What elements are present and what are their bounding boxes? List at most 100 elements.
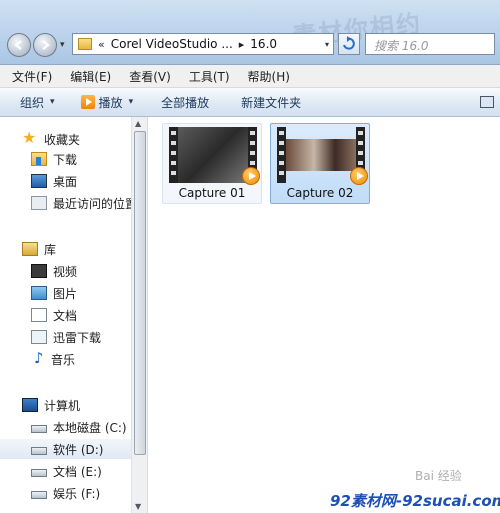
play-button[interactable]: 播放 ▾ [75,94,140,111]
nav-item-label: 文档 (E:) [53,464,102,479]
computer-icon [22,398,38,412]
file-name: Capture 02 [286,186,354,200]
video-frame [286,139,356,171]
nav-item-drive-f[interactable]: 娱乐 (F:) [0,483,131,503]
nav-item-thunder[interactable]: 迅雷下载 [0,327,131,347]
nav-item-downloads[interactable]: 下载 [0,149,131,169]
nav-item-label: 娱乐 (F:) [53,486,101,501]
menu-help[interactable]: 帮助(H) [236,68,296,85]
picture-library-icon [31,286,47,300]
site-watermark: 92素材网-92sucai.com [330,492,500,510]
computer-header[interactable]: 计算机 [0,395,131,415]
menu-view[interactable]: 查看(V) [117,68,177,85]
recent-pages-dropdown[interactable]: ▾ [60,40,65,50]
nav-item-music[interactable]: 音乐 [0,349,131,369]
film-strip-left [277,127,286,183]
play-badge-icon [242,167,260,185]
play-all-button[interactable]: 全部播放 [155,94,215,111]
nav-item-label: 最近访问的位置 [53,196,131,211]
video-frame [178,127,248,183]
search-placeholder: 搜索 16.0 [374,39,429,53]
star-icon [22,128,38,147]
play-badge-icon [350,167,368,185]
organize-label: 组织 [20,95,45,110]
breadcrumb-item-corel[interactable]: Corel VideoStudio ... [111,37,233,51]
navigation-pane: 收藏夹 下载 桌面 最近访问的位置 库 视频 图片 文档 迅雷下载 音乐 计算机 [0,117,131,513]
address-bar[interactable]: « Corel VideoStudio ... ▸ 16.0 ▾ [72,33,334,55]
refresh-icon [343,36,355,50]
menu-bar: 文件(F) 编辑(E) 查看(V) 工具(T) 帮助(H) [0,65,500,88]
drive-icon [31,425,47,433]
desktop-icon [31,174,47,188]
nav-pane-scrollbar[interactable]: ▲ ▼ [131,117,147,513]
nav-item-drive-d[interactable]: 软件 (D:) [0,439,131,459]
nav-item-label: 下载 [53,152,78,167]
nav-item-label: 本地磁盘 (C:) [53,420,127,435]
refresh-button[interactable] [338,33,360,55]
thunder-download-icon [31,330,47,344]
title-address-bar: 素材你相约 ▾ « Corel VideoStudio ... ▸ 16.0 ▾… [0,0,500,65]
recent-places-icon [31,196,47,210]
back-button[interactable] [7,33,31,57]
film-strip-left [169,127,178,183]
menu-tools[interactable]: 工具(T) [177,68,236,85]
nav-item-label: 软件 (D:) [53,442,104,457]
search-input[interactable]: 搜索 16.0 [365,33,495,55]
baidu-watermark: Bai 经验 [415,469,462,483]
download-folder-icon [31,152,47,166]
back-arrow-icon [14,40,22,50]
organize-button[interactable]: 组织 ▾ [0,94,61,111]
forward-arrow-icon [42,40,50,50]
libraries-header[interactable]: 库 [0,239,131,259]
favorites-header[interactable]: 收藏夹 [0,128,131,149]
play-label: 播放 [98,95,123,110]
video-library-icon [31,264,47,278]
chevron-down-icon: ▾ [128,97,134,107]
nav-item-drive-e[interactable]: 文档 (E:) [0,461,131,481]
nav-item-desktop[interactable]: 桌面 [0,171,131,191]
music-note-icon [33,349,45,367]
command-bar: 组织 ▾ 播放 ▾ 全部播放 新建文件夹 [0,88,500,117]
nav-item-label: 音乐 [51,352,76,367]
play-icon [80,95,95,109]
breadcrumb-overflow[interactable]: « [98,38,105,51]
file-list: Capture 01 Capture 02 [148,117,500,513]
video-thumbnail [277,127,368,185]
chevron-down-icon[interactable]: ▾ [325,40,329,49]
library-icon [22,242,38,256]
document-library-icon [31,308,47,322]
nav-item-label: 迅雷下载 [53,330,102,345]
folder-icon [78,38,92,50]
menu-edit[interactable]: 编辑(E) [58,68,117,85]
breadcrumb-separator[interactable]: ▸ [239,38,245,51]
favorites-label: 收藏夹 [44,132,81,147]
change-view-icon[interactable] [480,96,494,108]
libraries-label: 库 [44,242,57,257]
nav-item-drive-c[interactable]: 本地磁盘 (C:) [0,417,131,437]
nav-item-label: 视频 [53,264,78,279]
video-thumbnail [169,127,260,185]
menu-file[interactable]: 文件(F) [0,68,58,85]
drive-icon [31,469,47,477]
nav-item-recent[interactable]: 最近访问的位置 [0,193,131,213]
file-item-capture-02[interactable]: Capture 02 [270,123,370,204]
forward-button[interactable] [33,33,57,57]
file-item-capture-01[interactable]: Capture 01 [162,123,262,204]
file-name: Capture 01 [178,186,246,200]
new-folder-button[interactable]: 新建文件夹 [235,94,307,111]
nav-item-label: 桌面 [53,174,78,189]
nav-item-documents[interactable]: 文档 [0,305,131,325]
nav-item-pictures[interactable]: 图片 [0,283,131,303]
nav-item-videos[interactable]: 视频 [0,261,131,281]
computer-label: 计算机 [44,398,81,413]
nav-item-label: 文档 [53,308,78,323]
play-all-label: 全部播放 [161,95,210,110]
nav-item-label: 图片 [53,286,78,301]
drive-icon [31,447,47,455]
chevron-down-icon: ▾ [50,97,55,107]
scrollbar-thumb[interactable] [134,131,146,455]
scroll-down-arrow-icon[interactable]: ▼ [135,502,141,511]
drive-icon [31,491,47,499]
breadcrumb-item-16[interactable]: 16.0 [250,37,277,51]
scroll-up-arrow-icon[interactable]: ▲ [135,119,141,128]
